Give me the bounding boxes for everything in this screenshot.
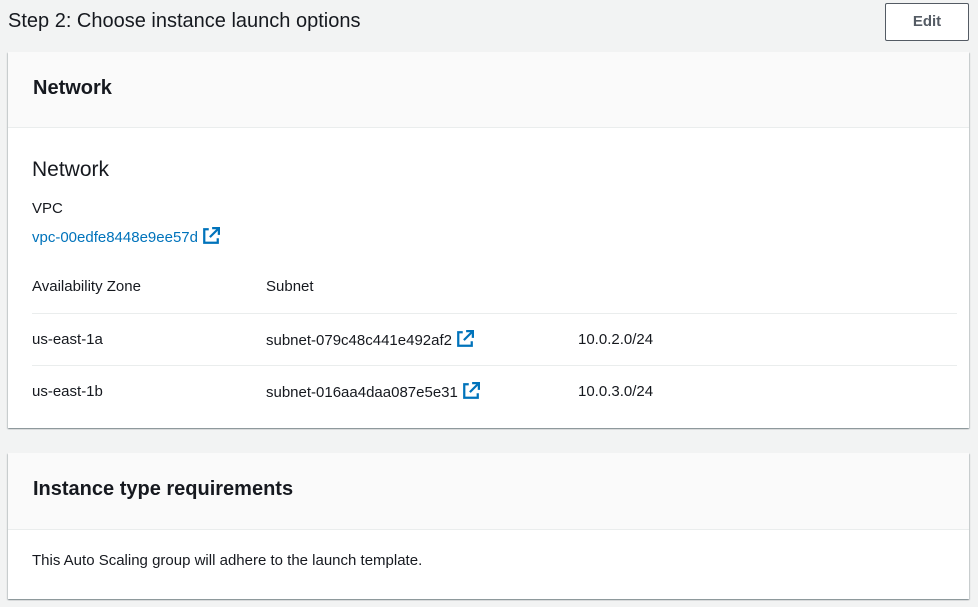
cidr-cell: 10.0.3.0/24 — [578, 383, 654, 400]
subnet-link[interactable]: subnet-079c48c441e492af2 — [266, 330, 474, 351]
subnet-link[interactable]: subnet-016aa4daa087e5e31 — [266, 382, 480, 403]
vpc-id[interactable]: vpc-00edfe8448e9ee57d — [32, 229, 198, 246]
instance-type-card-header: Instance type requirements — [8, 453, 969, 530]
availability-zone-cell: us-east-1a — [32, 331, 103, 348]
external-link-icon[interactable] — [202, 227, 220, 245]
cidr-cell: 10.0.2.0/24 — [578, 331, 654, 348]
network-card-header: Network — [8, 52, 969, 128]
network-section-title: Network — [32, 158, 110, 181]
column-header-subnet: Subnet — [266, 278, 314, 295]
table-row: us-east-1a subnet-079c48c441e492af2 10.0… — [32, 313, 957, 365]
edit-button[interactable]: Edit — [885, 3, 969, 41]
network-card-title: Network — [33, 77, 112, 99]
vpc-label: VPC — [32, 200, 63, 217]
table-row: us-east-1b subnet-016aa4daa087e5e31 10.0… — [32, 365, 957, 417]
instance-type-description: This Auto Scaling group will adhere to t… — [32, 552, 423, 569]
instance-type-card: Instance type requirements This Auto Sca… — [8, 453, 969, 599]
instance-type-card-title: Instance type requirements — [33, 478, 294, 500]
vpc-link[interactable]: vpc-00edfe8448e9ee57d — [32, 227, 220, 248]
external-link-icon[interactable] — [462, 382, 480, 400]
step-header: Step 2: Choose instance launch options E… — [0, 0, 978, 42]
availability-zone-cell: us-east-1b — [32, 383, 103, 400]
subnet-id[interactable]: subnet-016aa4daa087e5e31 — [266, 384, 458, 401]
column-header-availability-zone: Availability Zone — [32, 278, 141, 295]
subnet-id[interactable]: subnet-079c48c441e492af2 — [266, 332, 452, 349]
step-title: Step 2: Choose instance launch options — [8, 10, 361, 32]
network-card: Network Network VPC vpc-00edfe8448e9ee57… — [8, 52, 969, 428]
external-link-icon[interactable] — [456, 330, 474, 348]
page: Step 2: Choose instance launch options E… — [0, 0, 978, 607]
